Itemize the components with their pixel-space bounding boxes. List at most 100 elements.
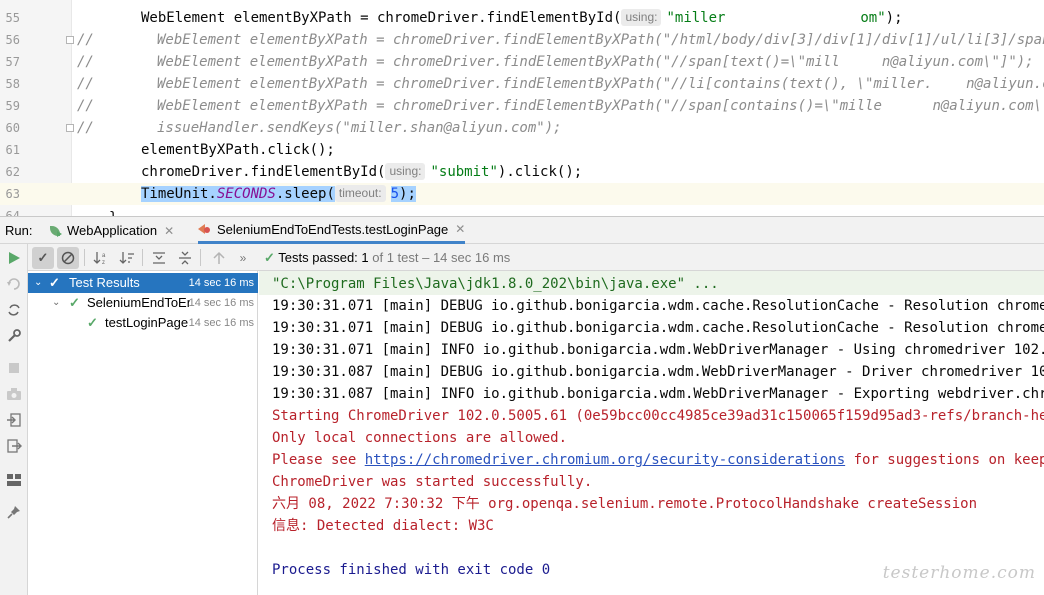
tab-web-application[interactable]: WebApplication ✕: [48, 217, 174, 244]
line-number: 56: [5, 33, 20, 47]
tree-item-label: SeleniumEndToEr: [87, 295, 190, 310]
redacted-text: [881, 95, 933, 117]
console-line: Starting ChromeDriver 102.0.5005.61 (0e5…: [272, 408, 1044, 424]
tab-label: SeleniumEndToEndTests.testLoginPage: [217, 221, 449, 237]
tree-item-test-results[interactable]: ⌄ ✓ Test Results 14 sec 16 ms: [28, 273, 258, 293]
play-icon: [9, 252, 20, 264]
check-icon: ✓: [69, 295, 80, 310]
tree-item-test-method[interactable]: ✓ testLoginPage 14 sec 16 ms: [28, 313, 258, 333]
line-number: 55: [5, 11, 20, 25]
settings-wrench-button[interactable]: [4, 326, 24, 346]
code-line[interactable]: 58 // WebElement elementByXPath = chromeDr…: [0, 73, 1044, 95]
sort-alphabetically-button[interactable]: az: [90, 247, 112, 269]
test-run-icon: [198, 222, 212, 236]
comment-marker: //: [77, 54, 94, 70]
show-passed-button[interactable]: ✓: [32, 247, 54, 269]
rerun-button[interactable]: [4, 248, 24, 268]
console-line: 19:30:31.071 [main] DEBUG io.github.boni…: [272, 298, 1044, 314]
code-token: n@aliyun.com\"]");: [932, 98, 1044, 114]
pin-tab-button[interactable]: [4, 502, 24, 522]
code-token: n@aliyun.com\"]");: [881, 54, 1034, 70]
fold-marker-icon[interactable]: [66, 124, 74, 132]
comment-marker: //: [77, 98, 94, 114]
console-line: 19:30:31.087 [main] INFO io.github.bonig…: [272, 386, 1044, 402]
stop-icon: [9, 363, 19, 373]
sort-duration-icon: [119, 252, 134, 264]
previous-test-button[interactable]: [208, 247, 230, 269]
line-number: 59: [5, 99, 20, 113]
console-line: 19:30:31.087 [main] DEBUG io.github.boni…: [272, 364, 1044, 380]
code-text: TimeUnit.SECONDS.sleep(timeout: 5);: [141, 183, 416, 205]
console-line: "C:\Program Files\Java\jdk1.8.0_202\bin\…: [272, 276, 719, 292]
code-line[interactable]: 59 // WebElement elementByXPath = chromeDr…: [0, 95, 1044, 117]
close-icon[interactable]: ✕: [164, 224, 174, 238]
export-tests-button[interactable]: [4, 436, 24, 456]
test-runner-toolbar: ✓ az » ✓ Tests passed: 1 of 1 test – 14 …: [28, 244, 1044, 271]
check-icon: ✓: [37, 250, 49, 265]
code-line-current[interactable]: 63 TimeUnit.SECONDS.sleep(timeout: 5);: [0, 183, 1044, 205]
expand-all-icon: [153, 252, 165, 264]
tree-item-test-class[interactable]: ⌄ ✓ SeleniumEndToEr 14 sec 16 ms: [28, 293, 258, 313]
screenshot-button[interactable]: [4, 384, 24, 404]
show-ignored-button[interactable]: [57, 247, 79, 269]
console-line: Process finished with exit code 0: [272, 562, 551, 578]
sort-by-duration-button[interactable]: [116, 247, 138, 269]
comment-marker: //: [77, 120, 94, 136]
closing-brace: }: [109, 207, 117, 216]
rerun-failed-icon: [7, 278, 20, 290]
console-output[interactable]: "C:\Program Files\Java\jdk1.8.0_202\bin\…: [259, 271, 1044, 595]
code-line[interactable]: 56 // WebElement elementByXPath = chromeDr…: [0, 29, 1044, 51]
code-editor[interactable]: 55 WebElement elementByXPath = chromeDriv…: [0, 0, 1044, 216]
close-icon[interactable]: ✕: [455, 222, 465, 236]
code-line[interactable]: 62 chromeDriver.findElementById(using: "su…: [0, 161, 1044, 183]
stop-button[interactable]: [4, 358, 24, 378]
line-number: 61: [5, 143, 20, 157]
code-token: "miller: [666, 10, 726, 26]
chevron-down-icon[interactable]: ⌄: [34, 273, 42, 293]
console-line: 六月 08, 2022 7:30:32 下午 org.openqa.seleni…: [272, 496, 978, 512]
toggle-autotest-button[interactable]: [4, 300, 24, 320]
code-line[interactable]: 55 WebElement elementByXPath = chromeDriv…: [0, 7, 1044, 29]
console-line: 19:30:31.071 [main] INFO io.github.bonig…: [272, 342, 1044, 358]
console-line: ChromeDriver was started successfully.: [272, 474, 593, 490]
arrow-up-icon: [213, 251, 225, 264]
collapse-all-button[interactable]: [174, 247, 196, 269]
rerun-failed-button[interactable]: [4, 274, 24, 294]
test-status: ✓ Tests passed: 1 of 1 test – 14 sec 16 …: [264, 250, 510, 266]
line-number: 57: [5, 55, 20, 69]
run-label: Run:: [5, 223, 33, 238]
tree-item-label: Test Results: [69, 275, 140, 290]
pin-icon: [7, 506, 20, 519]
code-line: 64: [0, 205, 1044, 216]
code-line[interactable]: 61 elementByXPath.click();: [0, 139, 1044, 161]
parameter-hint: using:: [621, 9, 662, 26]
line-number: 58: [5, 77, 20, 91]
layout-button[interactable]: [4, 470, 24, 490]
tab-selenium-test[interactable]: SeleniumEndToEndTests.testLoginPage ✕: [198, 217, 466, 244]
code-line[interactable]: 60 // issueHandler.sendKeys("miller.shan@a…: [0, 117, 1044, 139]
code-line[interactable]: 57 // WebElement elementByXPath = chromeDr…: [0, 51, 1044, 73]
more-actions-button[interactable]: »: [232, 247, 254, 269]
code-token: TimeUnit.: [141, 186, 217, 202]
code-token: WebElement elementByXPath = chromeDriver…: [141, 10, 622, 26]
spring-app-icon: [48, 224, 62, 238]
code-token: WebElement elementByXPath = chromeDriver…: [157, 32, 1044, 48]
expand-all-button[interactable]: [148, 247, 170, 269]
code-token: WebElement elementByXPath = chromeDriver…: [157, 98, 882, 114]
check-icon: ✓: [87, 315, 98, 330]
console-line: Please see https://chromedriver.chromium…: [272, 449, 1044, 471]
line-number: 62: [5, 165, 20, 179]
console-text: for suggestions on keeping ChromeDriver …: [853, 452, 1044, 468]
fold-marker-icon[interactable]: [66, 36, 74, 44]
code-token: elementByXPath.click();: [141, 142, 335, 158]
code-text: WebElement elementByXPath = chromeDriver…: [157, 95, 1044, 117]
redacted-text: [725, 7, 861, 29]
chevron-down-icon[interactable]: ⌄: [52, 293, 60, 313]
code-text: WebElement elementByXPath = chromeDriver…: [157, 51, 1034, 73]
status-prefix: Tests passed:: [278, 250, 362, 265]
import-tests-button[interactable]: [4, 410, 24, 430]
security-considerations-link[interactable]: https://chromedriver.chromium.org/securi…: [365, 452, 845, 468]
redacted-text: [932, 73, 967, 95]
code-token: );: [399, 186, 416, 202]
console-line: 信息: Detected dialect: W3C: [272, 518, 494, 534]
